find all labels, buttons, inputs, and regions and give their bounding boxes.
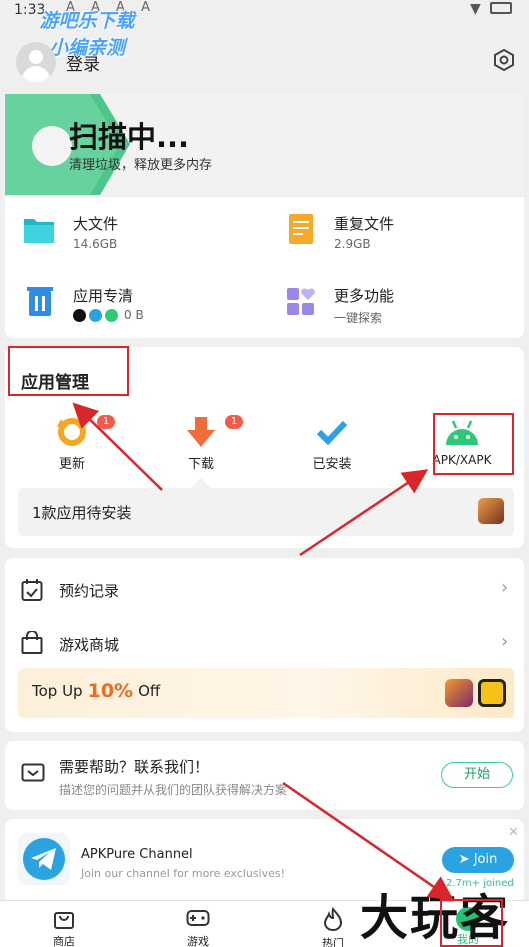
tool-large-files[interactable]: 大文件 14.6GB xyxy=(23,211,243,261)
whatsapp-icon xyxy=(105,308,118,322)
tool-more-features[interactable]: 更多功能 一键探索 xyxy=(286,283,506,333)
folder-icon xyxy=(24,219,54,243)
app-installed-button[interactable]: 已安装 xyxy=(287,415,377,475)
topup-banner[interactable]: Top Up 10% Off xyxy=(18,668,514,718)
tool-name: 更多功能 xyxy=(334,287,395,305)
pending-install-bar[interactable]: 1款应用待安装 xyxy=(18,488,514,536)
tool-duplicate-files[interactable]: 重复文件 2.9GB xyxy=(286,211,506,261)
reserve-record-row[interactable]: 预约记录 › xyxy=(5,572,524,608)
document-icon xyxy=(289,214,313,244)
download-badge: 1 xyxy=(225,415,243,429)
topup-text: Top Up 10% Off xyxy=(32,680,160,702)
shop-label: 游戏商城 xyxy=(59,636,120,654)
game-thumbnail-1 xyxy=(445,679,473,707)
app-item-label: 更新 xyxy=(58,457,85,472)
tool-name: 应用专清 xyxy=(73,287,134,305)
battery-icon xyxy=(490,2,512,14)
annotation-box-apk xyxy=(433,413,514,475)
help-start-button[interactable]: 开始 xyxy=(441,762,513,788)
chevron-right-icon: › xyxy=(501,577,509,598)
tool-app-clean[interactable]: 应用专清 0 B xyxy=(23,283,243,333)
topup-prefix: Top Up xyxy=(32,682,83,700)
topup-suffix: Off xyxy=(138,682,161,700)
telegram-icon xyxy=(89,308,102,322)
flame-icon xyxy=(323,906,343,931)
nav-label: 商店 xyxy=(53,935,75,947)
nav-games[interactable]: 游戏 xyxy=(158,907,238,947)
telegram-logo-icon xyxy=(18,833,70,885)
settings-gear-icon[interactable] xyxy=(493,48,515,72)
store-bag-icon xyxy=(54,912,74,929)
send-icon: ➤ xyxy=(458,852,470,867)
app-item-label: 已安装 xyxy=(312,457,352,472)
update-badge: 1 xyxy=(97,415,115,429)
channel-desc: Join our channel for more exclusives! xyxy=(81,867,286,880)
annotation-box-mine xyxy=(440,899,503,947)
help-title: 需要帮助？联系我们！ xyxy=(59,758,210,776)
join-label: Join xyxy=(473,852,498,867)
scan-title: 扫描中... xyxy=(69,120,190,154)
tool-value: 一键探索 xyxy=(334,311,383,325)
nav-store[interactable]: 商店 xyxy=(24,907,104,947)
trash-icon xyxy=(27,287,53,316)
nav-label: 游戏 xyxy=(187,935,209,947)
wifi-icon: ▼ xyxy=(470,1,481,17)
shopping-bag-icon xyxy=(21,631,43,654)
topup-percent: 10% xyxy=(87,680,134,702)
social-icons: 0 B xyxy=(73,308,144,322)
app-item-label: 下载 xyxy=(187,457,214,472)
tool-value: 2.9GB xyxy=(334,237,371,251)
tiktok-icon xyxy=(73,308,86,322)
scan-subtitle: 清理垃圾，释放更多内存 xyxy=(69,158,213,173)
tool-name: 重复文件 xyxy=(334,215,395,233)
pending-text: 1款应用待安装 xyxy=(32,504,132,522)
game-shop-row[interactable]: 游戏商城 › xyxy=(5,626,524,662)
help-desc: 描述您的问题并从我们的团队获得解决方案 xyxy=(59,783,288,797)
help-card: 需要帮助？联系我们！ 描述您的问题并从我们的团队获得解决方案 开始 xyxy=(5,741,524,810)
avatar-body-icon xyxy=(22,66,50,82)
apps-grid-icon xyxy=(287,288,315,315)
tool-value: 14.6GB xyxy=(73,237,118,251)
calendar-check-icon xyxy=(21,579,43,601)
menu-card: 预约记录 › 游戏商城 › Top Up 10% Off xyxy=(5,558,524,732)
reserve-label: 预约记录 xyxy=(59,582,120,600)
channel-close-icon[interactable]: ✕ xyxy=(508,825,519,840)
gamepad-icon xyxy=(186,910,210,926)
download-arrow-icon xyxy=(187,417,215,447)
chevron-right-icon: › xyxy=(501,631,509,652)
tool-value: 0 B xyxy=(124,308,144,322)
scan-banner[interactable]: 扫描中... 清理垃圾，释放更多内存 xyxy=(5,94,524,195)
checkmark-icon xyxy=(316,420,348,446)
support-chat-icon xyxy=(21,763,45,782)
avatar[interactable] xyxy=(16,42,56,82)
login-link[interactable]: 登录 xyxy=(66,50,100,75)
tools-card: 大文件 14.6GB 重复文件 2.9GB 应用专清 0 B 更多功能 一键探索 xyxy=(5,197,524,338)
game-thumbnail-2 xyxy=(478,679,506,707)
tool-name: 大文件 xyxy=(73,215,119,233)
update-refresh-icon xyxy=(57,418,86,446)
channel-title: APKPure Channel xyxy=(81,847,193,862)
avatar-head-icon xyxy=(29,50,43,64)
watermark-line1: 游吧乐下载 xyxy=(39,10,135,32)
annotation-box-title xyxy=(8,346,129,396)
pending-app-thumbnail xyxy=(478,498,504,524)
channel-join-button[interactable]: ➤ Join xyxy=(442,847,514,873)
